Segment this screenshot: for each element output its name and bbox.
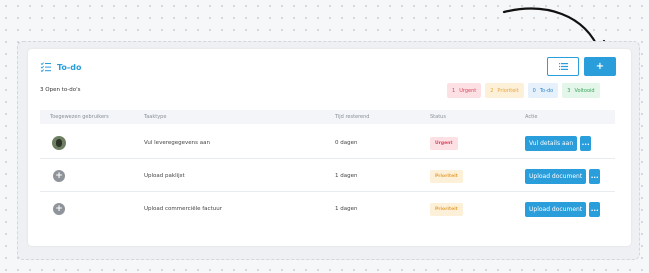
time-cell: 0 dagen (335, 140, 358, 146)
todo-card: To-do + 3 Open to-do's 1 Urgent 2 Priori… (28, 49, 631, 246)
status-badge: Prioriteit (430, 202, 463, 216)
column-header: Taaktype (144, 114, 167, 120)
badge-count: 3 (567, 87, 571, 94)
assignee-cell: + (53, 193, 65, 225)
checklist-icon (40, 62, 51, 73)
action-cell: Upload document ... (525, 160, 601, 192)
table-row: + Upload paklijst 1 dagen Prioriteit Upl… (40, 160, 615, 192)
status-cell: Prioriteit (430, 160, 463, 192)
more-options-button[interactable]: ... (580, 135, 592, 151)
fill-details-button[interactable]: Vul details aan (525, 135, 578, 151)
page-title: To-do (57, 62, 82, 72)
upload-document-button[interactable]: Upload document (525, 168, 587, 184)
open-count: 3 Open to-do's (40, 87, 81, 93)
column-header: Toegewezen gebruikers (50, 114, 109, 120)
badge-urgent[interactable]: 1 Urgent (447, 83, 482, 98)
column-header: Tijd resterend (335, 114, 370, 120)
badge-done[interactable]: 3 Voltooid (562, 83, 600, 98)
table-row: + Upload commerciële factuur 1 dagen Pri… (40, 193, 615, 225)
status-badge: Urgent (430, 136, 458, 150)
action-cell: Vul details aan ... (525, 127, 592, 159)
more-options-button[interactable]: ... (589, 168, 601, 184)
assign-user-button[interactable]: + (53, 203, 65, 215)
time-cell: 1 dagen (335, 173, 358, 179)
column-header: Status (430, 114, 446, 120)
column-header: Actie (525, 114, 538, 120)
badge-label: Voltooid (574, 87, 595, 94)
status-cell: Prioriteit (430, 193, 463, 225)
action-cell: Upload document ... (525, 193, 601, 225)
badge-label: Prioriteit (497, 87, 519, 94)
time-cell: 1 dagen (335, 206, 358, 212)
badge-label: To-do (539, 87, 554, 94)
assign-user-button[interactable]: + (53, 170, 65, 182)
task-cell: Upload paklijst (144, 173, 185, 179)
badge-label: Urgent (459, 87, 477, 94)
badge-count: 1 (452, 87, 456, 94)
status-cell: Urgent (430, 127, 458, 159)
task-cell: Upload commerciële factuur (144, 206, 222, 212)
avatar[interactable] (52, 136, 66, 150)
table-header: Toegewezen gebruikers Taaktype Tijd rest… (40, 110, 615, 124)
badge-count: 0 (532, 87, 536, 94)
list-icon (558, 63, 568, 70)
todo-header: To-do (40, 61, 81, 73)
badge-priority[interactable]: 2 Prioriteit (485, 83, 524, 98)
badge-count: 2 (490, 87, 494, 94)
status-badge: Prioriteit (430, 169, 463, 183)
task-cell: Vul leveregegevens aan (144, 140, 210, 146)
assignee-cell (52, 127, 66, 159)
status-summary: 1 Urgent 2 Prioriteit 0 To-do 3 Voltooid (447, 83, 600, 98)
badge-todo[interactable]: 0 To-do (527, 83, 559, 98)
add-todo-button[interactable]: + (584, 57, 616, 76)
table-row: Vul leveregegevens aan 0 dagen Urgent Vu… (40, 127, 615, 159)
list-view-button[interactable] (547, 57, 579, 76)
more-options-button[interactable]: ... (589, 201, 601, 217)
assignee-cell: + (53, 160, 65, 192)
upload-document-button[interactable]: Upload document (525, 201, 587, 217)
